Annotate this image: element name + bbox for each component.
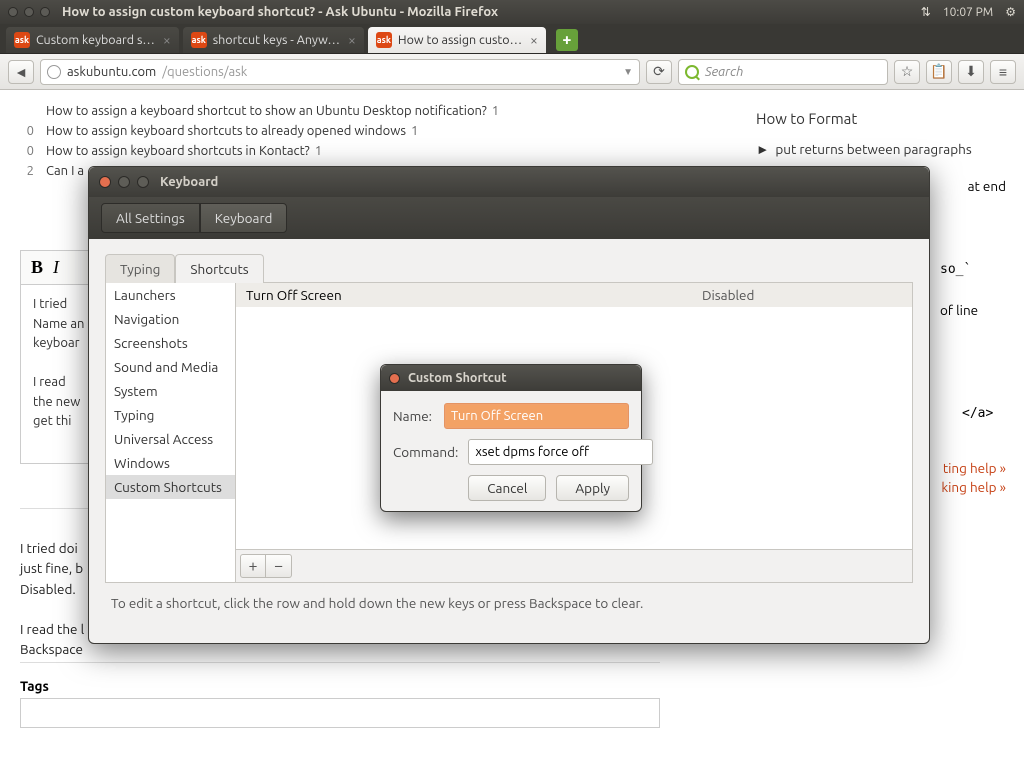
tab-1[interactable]: ask Custom keyboard s… × [6, 27, 179, 53]
hamburger-button[interactable]: ≡ [990, 60, 1016, 84]
dialog-title: Custom Shortcut [408, 371, 507, 385]
maximize-icon[interactable] [137, 176, 149, 188]
hint-text: To edit a shortcut, click the row and ho… [105, 583, 913, 615]
shortcut-name: Turn Off Screen [246, 287, 702, 303]
minimize-icon[interactable] [118, 176, 130, 188]
text-fragment: of line [940, 302, 978, 318]
list-item[interactable]: Navigation [106, 307, 235, 331]
cancel-button[interactable]: Cancel [468, 475, 546, 501]
window-title: How to assign custom keyboard shortcut? … [62, 5, 498, 19]
clipboard-button[interactable]: 📋 [926, 60, 952, 84]
list-item-custom-shortcuts[interactable]: Custom Shortcuts [106, 475, 235, 499]
tab-2[interactable]: ask shortcut keys - Anyw… × [183, 27, 364, 53]
window-titlebar[interactable]: Keyboard [89, 167, 929, 197]
close-icon[interactable]: × [530, 32, 538, 48]
add-button[interactable]: + [240, 554, 266, 578]
divider [20, 662, 660, 663]
window-max-icon[interactable] [40, 7, 50, 17]
back-button[interactable]: ◄ [8, 60, 34, 84]
list-item[interactable]: How to assign a keyboard shortcut to sho… [20, 104, 499, 118]
list-item[interactable]: Screenshots [106, 331, 235, 355]
table-row[interactable]: Turn Off Screen Disabled [236, 283, 912, 307]
browser-navbar: ◄ askubuntu.com/questions/ask ▼ ⟳ Search… [0, 54, 1024, 90]
window-title: Keyboard [160, 175, 218, 189]
tags-input[interactable] [20, 698, 660, 728]
format-heading: How to Format [756, 110, 1006, 127]
tab-label: shortcut keys - Anyw… [213, 33, 340, 47]
favicon-icon: ask [14, 32, 30, 48]
category-list[interactable]: Launchers Navigation Screenshots Sound a… [106, 283, 236, 582]
tags-label: Tags [20, 678, 49, 694]
close-icon[interactable] [389, 373, 400, 384]
breadcrumb-all-settings[interactable]: All Settings [101, 203, 200, 233]
apply-button[interactable]: Apply [556, 475, 629, 501]
text-fragment: </a> [962, 406, 993, 421]
tab-typing[interactable]: Typing [105, 254, 175, 283]
list-item[interactable]: Launchers [106, 283, 235, 307]
settings-tabs: Typing Shortcuts [105, 253, 913, 283]
help-links: ting help » king help » [941, 460, 1006, 498]
search-input[interactable]: Search [678, 59, 888, 85]
browser-tabstrip: ask Custom keyboard s… × ask shortcut ke… [0, 24, 1024, 54]
clock[interactable]: 10:07 PM [943, 6, 993, 19]
list-item[interactable]: 0How to assign keyboard shortcuts to alr… [20, 124, 499, 138]
text-fragment: so_` [940, 262, 971, 277]
help-link[interactable]: ting help » [941, 460, 1006, 476]
remove-button[interactable]: − [266, 554, 292, 578]
url-path: /questions/ask [162, 65, 247, 79]
tab-3[interactable]: ask How to assign custo… × [368, 27, 546, 53]
url-bar[interactable]: askubuntu.com/questions/ask ▼ [40, 59, 640, 85]
window-close-icon[interactable] [8, 7, 18, 17]
breadcrumb-keyboard[interactable]: Keyboard [200, 203, 288, 233]
format-help: How to Format ►put returns between parag… [756, 110, 1006, 165]
command-label: Command: [393, 444, 458, 460]
tab-shortcuts[interactable]: Shortcuts [175, 254, 263, 283]
system-menubar: How to assign custom keyboard shortcut? … [0, 0, 1024, 24]
list-item[interactable]: Windows [106, 451, 235, 475]
breadcrumb: All Settings Keyboard [89, 197, 929, 239]
list-item[interactable]: System [106, 379, 235, 403]
window-min-icon[interactable] [24, 7, 34, 17]
close-icon[interactable]: × [348, 32, 356, 48]
triangle-icon: ► [756, 141, 769, 157]
tab-label: How to assign custo… [398, 33, 522, 47]
chevron-down-icon[interactable]: ▼ [623, 66, 633, 78]
shortcut-keys: Disabled [702, 287, 902, 303]
reload-button[interactable]: ⟳ [646, 60, 672, 84]
bookmark-button[interactable]: ☆ [894, 60, 920, 84]
url-host: askubuntu.com [67, 65, 156, 79]
favicon-icon: ask [376, 32, 392, 48]
list-item[interactable]: 0How to assign keyboard shortcuts in Kon… [20, 144, 499, 158]
network-icon[interactable]: ⇅ [921, 5, 931, 19]
name-label: Name: [393, 408, 434, 424]
list-item[interactable]: Typing [106, 403, 235, 427]
bold-button[interactable]: B [31, 257, 43, 278]
custom-shortcut-dialog: Custom Shortcut Name: Command: Cancel Ap… [380, 364, 642, 512]
list-item[interactable]: Universal Access [106, 427, 235, 451]
list-item[interactable]: Sound and Media [106, 355, 235, 379]
gear-icon[interactable]: ⚙ [1005, 5, 1016, 19]
help-link[interactable]: king help » [941, 479, 1006, 495]
search-placeholder: Search [705, 65, 743, 79]
text-fragment: at end [968, 178, 1006, 194]
globe-icon [47, 65, 61, 79]
close-icon[interactable]: × [163, 32, 171, 48]
command-field[interactable] [468, 439, 653, 465]
italic-button[interactable]: I [53, 257, 59, 278]
name-field[interactable] [444, 403, 629, 429]
new-tab-button[interactable]: + [556, 29, 578, 51]
search-icon [685, 65, 699, 79]
downloads-button[interactable]: ⬇ [958, 60, 984, 84]
tab-label: Custom keyboard s… [36, 33, 155, 47]
close-icon[interactable] [99, 176, 111, 188]
favicon-icon: ask [191, 32, 207, 48]
dialog-titlebar[interactable]: Custom Shortcut [381, 365, 641, 391]
